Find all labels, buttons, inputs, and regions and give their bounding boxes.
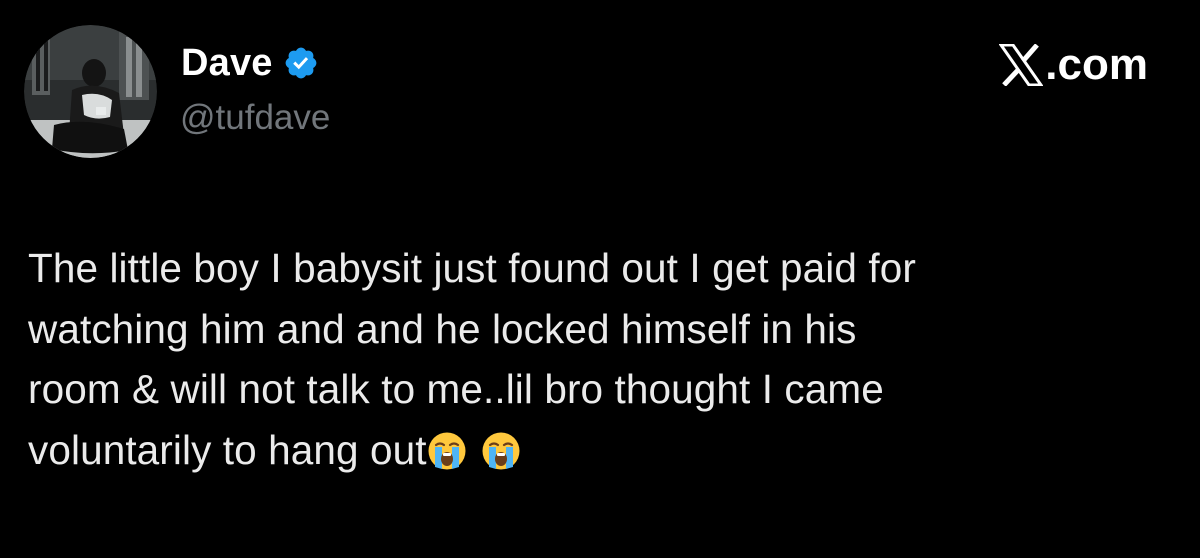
tweet-text-line: The little boy I babysit just found out … xyxy=(28,245,916,291)
loudly-crying-face-icon xyxy=(481,431,521,471)
tweet-text: The little boy I babysit just found out … xyxy=(28,238,1178,480)
verified-badge-icon xyxy=(283,45,319,81)
author-name-row: Dave xyxy=(181,38,319,88)
x-logo-icon xyxy=(999,44,1044,86)
tweet-text-line: voluntarily to hang out xyxy=(28,426,427,473)
tweet-card: Dave @tufdave .com The little boy I baby… xyxy=(0,0,1200,558)
brand-text: .com xyxy=(1045,40,1148,89)
tweet-text-line: watching him and and he locked himself i… xyxy=(28,305,857,352)
author-name[interactable]: Dave xyxy=(181,44,273,82)
tweet-text-line-last: voluntarily to hang out xyxy=(28,420,1178,481)
loudly-crying-face-icon xyxy=(427,431,467,471)
avatar[interactable] xyxy=(24,25,157,158)
author-handle[interactable]: @tufdave xyxy=(180,100,330,135)
tweet-text-line: room & will not talk to me..lil bro thou… xyxy=(28,366,884,412)
brand-watermark: .com xyxy=(999,40,1148,90)
